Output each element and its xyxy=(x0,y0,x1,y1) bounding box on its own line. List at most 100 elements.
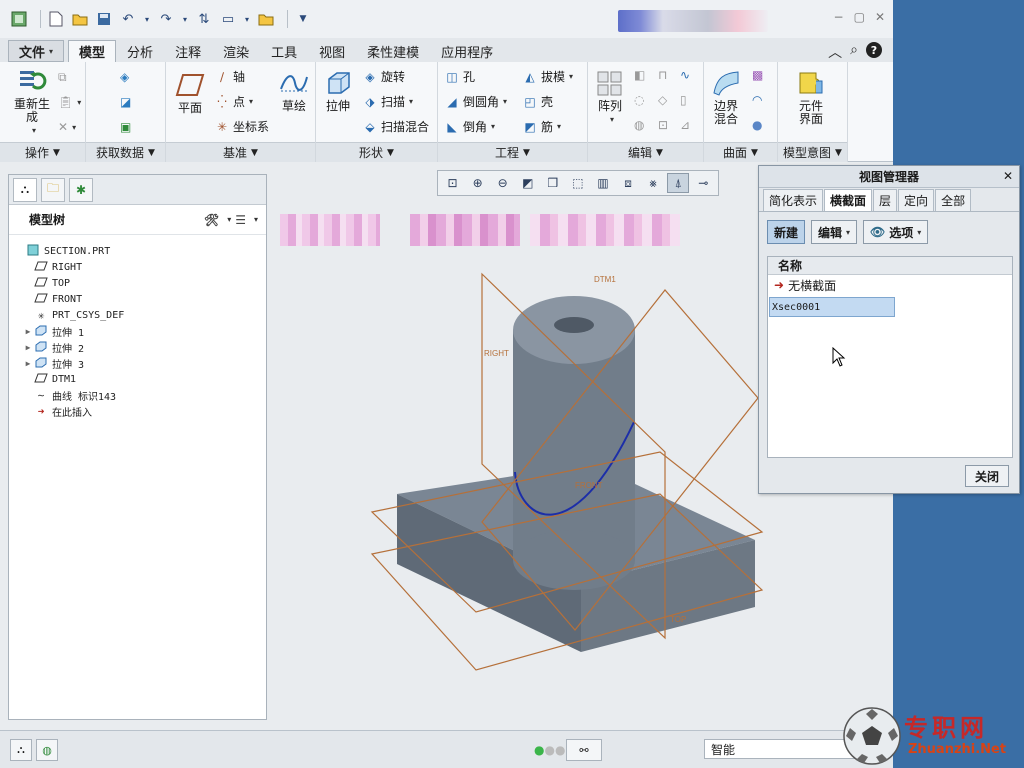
tree-node[interactable]: TOP xyxy=(9,275,266,291)
tree-node[interactable]: ∼ 曲线 标识143 xyxy=(9,387,266,403)
tab-orient[interactable]: 定向 xyxy=(898,189,935,211)
intersect-icon[interactable]: ⊡ xyxy=(658,118,668,132)
chevron-down-icon[interactable]: ▾ xyxy=(254,215,258,224)
list-item-no-section[interactable]: ➜ 无横截面 xyxy=(768,275,1012,295)
expand-arrow-icon[interactable]: ▶ xyxy=(23,359,33,368)
expand-arrow-icon[interactable]: ▶ xyxy=(23,327,33,336)
freestyle-icon[interactable]: ▩ xyxy=(752,68,763,82)
copy-icon[interactable]: ⧉ xyxy=(58,70,67,85)
display-style-icon[interactable]: ❒ xyxy=(542,173,564,193)
tree-node[interactable]: ✳ PRT_CSYS_DEF xyxy=(9,307,266,323)
tab-folder-browser[interactable]: 🗀︎ xyxy=(41,177,65,202)
open-folder-icon[interactable] xyxy=(71,10,89,28)
pattern-button[interactable]: 阵列 ▾ xyxy=(592,68,628,126)
solidify-icon[interactable]: ⊿ xyxy=(680,118,690,132)
tab-simplified-rep[interactable]: 简化表示 xyxy=(763,189,824,211)
3d-viewport[interactable]: DTM1 RIGHT FRONT TOP xyxy=(272,202,772,722)
perspective-icon[interactable]: ⧈ xyxy=(617,173,639,193)
save-icon[interactable] xyxy=(95,10,113,28)
zoom-out-icon[interactable]: ⊖ xyxy=(492,173,514,193)
round-button[interactable]: ◢ 倒圆角 ▾ xyxy=(444,93,507,110)
group-datum-label[interactable]: 基准 ▼ xyxy=(166,142,315,162)
offset-icon[interactable]: ◇ xyxy=(658,93,667,107)
tab-favorites[interactable]: ✱ xyxy=(69,177,93,202)
maximize-icon[interactable]: ▢ xyxy=(854,10,865,24)
zoom-in-icon[interactable]: ⊕ xyxy=(467,173,489,193)
close-button[interactable]: 关闭 xyxy=(965,465,1009,487)
refit-icon[interactable]: ⊡ xyxy=(442,173,464,193)
close-icon[interactable]: ✕ xyxy=(875,10,885,24)
shrinkwrap-icon[interactable]: ◪ xyxy=(120,95,131,109)
group-editing-label[interactable]: 编辑 ▼ xyxy=(588,142,703,162)
sweep-button[interactable]: ⬗ 扫描 ▾ xyxy=(362,93,413,110)
tree-node[interactable]: RIGHT xyxy=(9,259,266,275)
datum-display-icon[interactable]: ⨳ xyxy=(642,173,664,193)
windows-icon[interactable]: ▭ xyxy=(219,10,237,28)
tab-cross-section[interactable]: 横截面 xyxy=(824,189,873,211)
tab-model-tree[interactable]: ⛬ xyxy=(13,177,37,202)
search-icon[interactable]: ⌕ xyxy=(850,42,858,62)
shell-button[interactable]: ◰ 壳 xyxy=(522,93,553,110)
saved-orientations-icon[interactable]: ⬚ xyxy=(567,173,589,193)
group-surfaces-label[interactable]: 曲面 ▼ xyxy=(704,142,777,162)
tab-all[interactable]: 全部 xyxy=(935,189,972,211)
paste-icon[interactable]: 📋︎ ▾ xyxy=(58,95,81,109)
swept-blend-button[interactable]: ⬙ 扫描混合 xyxy=(362,118,429,135)
regenerate-button[interactable]: 重新生 成 ▾ xyxy=(8,66,56,137)
tab-applications[interactable]: 应用程序 xyxy=(430,40,504,62)
find-button[interactable]: ⚯ xyxy=(566,739,602,761)
show-menu-icon[interactable]: ☰ xyxy=(235,213,246,227)
merge-edit-icon[interactable]: ◍ xyxy=(634,118,644,132)
group-operations-label[interactable]: 操作 ▼ xyxy=(0,142,85,162)
tree-node[interactable]: ▶ 拉伸 2 xyxy=(9,339,266,355)
close-window-icon[interactable] xyxy=(257,10,275,28)
axis-button[interactable]: ∕ 轴 xyxy=(214,68,245,85)
tab-flexible-modeling[interactable]: 柔性建模 xyxy=(356,40,430,62)
close-icon[interactable]: ✕ xyxy=(1003,169,1013,183)
component-interface-button[interactable]: 元件 界面 xyxy=(788,68,834,126)
options-button[interactable]: 👁︎ 选项 ▾ xyxy=(863,220,929,244)
collapse-ribbon-icon[interactable]: ︿ xyxy=(828,42,842,62)
tab-render[interactable]: 渲染 xyxy=(212,40,260,62)
fill-icon[interactable]: ◠ xyxy=(752,93,762,107)
copy-geometry-icon[interactable]: ◈ xyxy=(120,70,129,84)
tab-file[interactable]: 文件 ▾ xyxy=(8,40,65,62)
delete-icon[interactable]: ✕ ▾ xyxy=(58,120,76,134)
redo-icon[interactable]: ↷ xyxy=(157,10,175,28)
group-get-data-label[interactable]: 获取数据 ▼ xyxy=(86,142,165,162)
boundary-blend-button[interactable]: 边界 混合 xyxy=(708,68,744,126)
show-browser-button[interactable]: ◍ xyxy=(36,739,58,761)
tab-layers[interactable]: 层 xyxy=(873,189,898,211)
show-navigator-button[interactable]: ⛬ xyxy=(10,739,32,761)
tree-node[interactable]: FRONT xyxy=(9,291,266,307)
draft-button[interactable]: ◭ 拔模 ▾ xyxy=(522,68,573,85)
mirror-icon[interactable]: ◧ xyxy=(634,68,645,82)
plane-button[interactable]: 平面 xyxy=(172,70,208,115)
thicken-icon[interactable]: ▯ xyxy=(680,93,687,107)
chevron-down-icon[interactable]: ▾ xyxy=(227,215,231,224)
tree-node[interactable]: SECTION.PRT xyxy=(9,243,266,259)
windows-dropdown-icon[interactable]: ▾ xyxy=(243,10,251,28)
rib-button[interactable]: ◩ 筋 ▾ xyxy=(522,118,561,135)
undo-dropdown-icon[interactable]: ▾ xyxy=(143,10,151,28)
expand-arrow-icon[interactable]: ▶ xyxy=(23,343,33,352)
hole-button[interactable]: ◫ 孔 xyxy=(444,68,475,85)
tab-model[interactable]: 模型 xyxy=(68,40,117,62)
edit-button[interactable]: 编辑 ▾ xyxy=(811,220,858,244)
customize-toolbar-icon[interactable]: ▼ xyxy=(294,10,312,28)
sketch-button[interactable]: 草绘 xyxy=(276,68,312,113)
style-icon[interactable]: ● xyxy=(752,118,762,132)
undo-icon[interactable]: ↶ xyxy=(119,10,137,28)
new-button[interactable]: 新建 xyxy=(767,220,806,244)
regenerate-icon[interactable]: ⇅ xyxy=(195,10,213,28)
tree-node[interactable]: ▶ 拉伸 1 xyxy=(9,323,266,339)
annotation-display-icon[interactable]: ⍋ xyxy=(667,173,690,193)
repaint-icon[interactable]: ◩ xyxy=(517,173,539,193)
extrude-button[interactable]: 拉伸 xyxy=(320,68,356,113)
group-engineering-label[interactable]: 工程 ▼ xyxy=(438,142,587,162)
group-shapes-label[interactable]: 形状 ▼ xyxy=(316,142,437,162)
merge-icon[interactable]: ▣ xyxy=(120,120,131,134)
revolve-button[interactable]: ◈ 旋转 xyxy=(362,68,405,85)
trim-icon[interactable]: ◌ xyxy=(634,93,644,107)
help-icon[interactable]: ? xyxy=(866,42,882,58)
